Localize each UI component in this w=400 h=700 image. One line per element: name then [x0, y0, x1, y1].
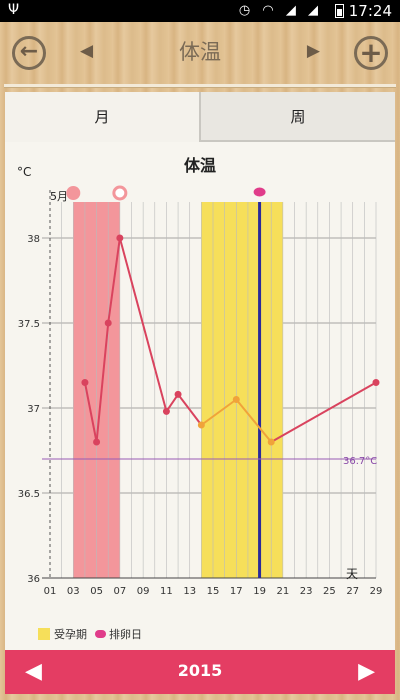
- x-tick-label: 05: [90, 586, 103, 597]
- data-point: [81, 379, 89, 386]
- period-start-marker: [66, 186, 81, 200]
- series-segment: [270, 381, 377, 443]
- year-label: 2015: [177, 661, 223, 680]
- x-tick-label: 17: [230, 586, 243, 597]
- y-tick-label: 38: [27, 234, 40, 245]
- chart-markers: [66, 185, 266, 201]
- data-point: [232, 396, 240, 403]
- period-end-marker: [112, 185, 128, 201]
- chart-labels: 36 36.5 37 37.5 38 01 03 05 07 09 11 13 15 17 19 21 23 25…: [18, 234, 383, 597]
- data-point: [174, 390, 182, 398]
- x-tick-label: 21: [276, 586, 289, 597]
- x-unit-label: 天: [346, 567, 358, 581]
- x-tick-label: 27: [346, 586, 359, 597]
- data-point: [104, 319, 112, 327]
- chart-legend: 受孕期 排卵日: [38, 626, 142, 642]
- x-tick-label: 09: [137, 586, 150, 597]
- ovulation-pill-icon: [95, 630, 106, 638]
- x-tick-label: 13: [183, 586, 196, 597]
- year-bar: ◀ 2015 ▶: [5, 650, 395, 694]
- temperature-chart: 36 36.5 37 37.5 38 01 03 05 07 09 11 13 15 17 19 21 23 25…: [18, 185, 383, 597]
- x-tick-label: 23: [300, 586, 313, 597]
- x-tick-label: 07: [113, 586, 126, 597]
- data-point: [93, 438, 101, 446]
- x-tick-label: 03: [67, 586, 80, 597]
- data-point: [267, 438, 275, 446]
- next-year-icon[interactable]: ▶: [358, 659, 375, 684]
- legend-ovulation-label: 排卵日: [109, 628, 142, 641]
- x-tick-label: 15: [207, 586, 220, 597]
- x-tick-label: 29: [370, 586, 383, 597]
- y-tick-label: 37: [27, 404, 40, 415]
- x-tick-label: 11: [160, 586, 173, 597]
- x-tick-label: 19: [253, 586, 266, 597]
- data-point: [116, 234, 124, 242]
- data-point: [162, 407, 170, 415]
- ovulation-marker: [253, 187, 266, 197]
- fertile-swatch: [38, 628, 50, 640]
- y-tick-label: 37.5: [18, 319, 40, 330]
- fertile-band: [201, 202, 283, 578]
- month-label: 5月: [50, 190, 68, 203]
- reference-label: 36.7°C: [343, 456, 377, 467]
- data-point: [197, 421, 205, 429]
- legend-fertile-label: 受孕期: [54, 628, 87, 641]
- y-tick-label: 36.5: [18, 489, 40, 500]
- y-tick-label: 36: [27, 574, 40, 585]
- x-tick-label: 01: [44, 586, 57, 597]
- x-tick-label: 25: [323, 586, 336, 597]
- data-point: [372, 379, 380, 386]
